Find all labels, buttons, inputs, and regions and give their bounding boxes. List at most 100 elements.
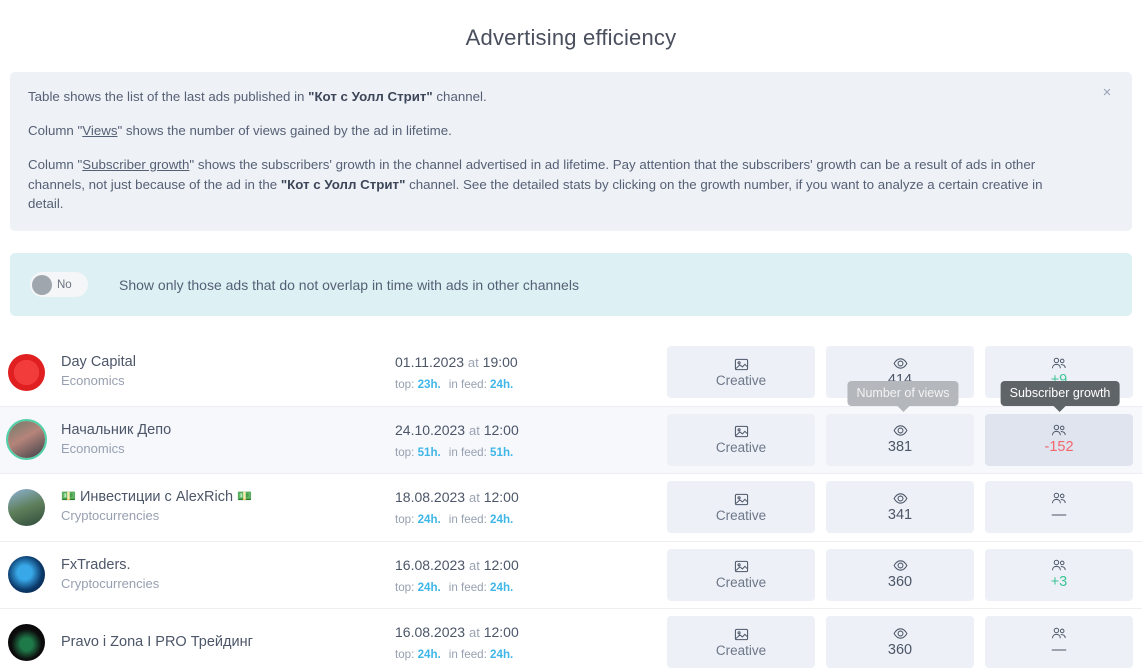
in-feed-value: 24h. xyxy=(490,378,514,392)
overlap-filter-label: Show only those ads that do not overlap … xyxy=(119,276,579,293)
top-value: 24h. xyxy=(417,580,441,594)
ad-time: 12:00 xyxy=(483,489,519,506)
image-icon xyxy=(734,627,749,642)
in-feed-value: 51h. xyxy=(490,445,514,459)
info-line: Column "Views" shows the number of views… xyxy=(28,121,1073,140)
ad-durations: top: 51h. in feed: 51h. xyxy=(395,446,667,459)
channel-cell[interactable]: Начальник Депо Economics xyxy=(0,421,395,459)
channel-texts: Pravo i Zona I PRO Трейдинг xyxy=(61,633,253,651)
ad-time: 12:00 xyxy=(483,421,519,438)
channel-name[interactable]: Day Capital xyxy=(61,353,136,371)
top-value: 24h. xyxy=(417,513,441,527)
ad-durations: top: 23h. in feed: 24h. xyxy=(395,378,667,391)
eye-icon xyxy=(893,356,908,371)
ad-date: 18.08.2023 xyxy=(395,489,466,506)
subscriber-growth-cell[interactable]: — xyxy=(985,481,1133,534)
close-icon[interactable]: × xyxy=(1096,82,1118,104)
avatar[interactable] xyxy=(8,488,45,526)
channel-cell[interactable]: Pravo i Zona I PRO Трейдинг xyxy=(0,623,395,661)
people-icon xyxy=(1051,423,1067,438)
channel-name[interactable]: 💵 Инвестиции с AlexRich 💵 xyxy=(61,488,252,506)
views-cell[interactable]: 360 xyxy=(826,616,974,668)
info-panel-text: Table shows the list of the last ads pub… xyxy=(28,87,1110,213)
creative-label: Creative xyxy=(715,575,767,591)
table-row[interactable]: Начальник Депо Economics 24.10.2023 at 12:… xyxy=(0,406,1142,475)
eye-icon xyxy=(893,491,908,506)
table-row[interactable]: Day Capital Economics 01.11.2023 at 19:00 t… xyxy=(0,339,1142,407)
channel-name[interactable]: Pravo i Zona I PRO Трейдинг xyxy=(61,633,253,651)
channel-name[interactable]: FxTraders. xyxy=(61,556,159,574)
overlap-toggle[interactable]: No xyxy=(30,272,88,298)
channel-category: Cryptocurrencies xyxy=(61,508,160,524)
creative-cell[interactable]: Creative xyxy=(667,616,815,668)
money-emoji-icon: 💵 xyxy=(237,489,253,504)
subscriber-growth-value: +9 xyxy=(1050,371,1068,388)
channel-cell[interactable]: Day Capital Economics xyxy=(0,353,395,391)
subscriber-growth-value: -152 xyxy=(1044,439,1074,456)
top-label: top: xyxy=(395,378,415,392)
info-text: Column " xyxy=(28,157,83,173)
people-icon xyxy=(1051,356,1067,371)
creative-cell[interactable]: Creative xyxy=(667,346,815,399)
channel-cell[interactable]: FxTraders. Cryptocurrencies xyxy=(0,556,395,594)
metric-cells: Creative 381 -152 xyxy=(667,413,1133,466)
at-label: at xyxy=(468,625,480,641)
people-icon xyxy=(1051,558,1067,573)
in-feed-value: 24h. xyxy=(490,513,514,527)
subscriber-growth-value: — xyxy=(1051,506,1067,523)
channel-category: Cryptocurrencies xyxy=(61,575,160,591)
channel-cell[interactable]: 💵 Инвестиции с AlexRich 💵 Cryptocurrencie… xyxy=(0,488,395,526)
creative-cell[interactable]: Creative xyxy=(667,481,815,534)
ad-durations: top: 24h. in feed: 24h. xyxy=(395,648,667,661)
channel-texts: Day Capital Economics xyxy=(61,353,136,391)
info-panel: × Table shows the list of the last ads p… xyxy=(10,71,1132,232)
table-row[interactable]: 💵 Инвестиции с AlexRich 💵 Cryptocurrencie… xyxy=(0,474,1142,542)
subscriber-growth-cell[interactable]: -152 xyxy=(985,413,1133,466)
ad-time: 12:00 xyxy=(483,556,519,573)
in-feed-label: in feed: xyxy=(448,445,487,459)
top-label: top: xyxy=(395,648,415,662)
views-cell[interactable]: 381 xyxy=(826,413,974,466)
subscriber-growth-cell[interactable]: +3 xyxy=(985,548,1133,601)
date-cell: 18.08.2023 at 12:00 top: 24h. in feed: 24h… xyxy=(395,488,667,526)
people-icon xyxy=(1051,491,1067,506)
views-cell[interactable]: 360 xyxy=(826,548,974,601)
top-label: top: xyxy=(395,580,415,594)
channel-name-text: Начальник Депо xyxy=(61,421,172,438)
views-cell[interactable]: 341 xyxy=(826,481,974,534)
toggle-value: No xyxy=(57,278,72,291)
avatar[interactable] xyxy=(8,421,45,459)
info-column-link[interactable]: Views xyxy=(82,123,117,138)
info-text: channel. xyxy=(432,88,487,104)
creative-cell[interactable]: Creative xyxy=(667,548,815,601)
metric-cells: Creative 414 +9 xyxy=(667,346,1133,399)
creative-cell[interactable]: Creative xyxy=(667,413,815,466)
views-cell[interactable]: 414 xyxy=(826,346,974,399)
overlap-filter-bar: No Show only those ads that do not overl… xyxy=(10,253,1132,317)
people-icon xyxy=(1051,626,1067,641)
ad-datetime: 16.08.2023 at 12:00 xyxy=(395,623,667,642)
views-value: 381 xyxy=(887,439,913,456)
table-row[interactable]: FxTraders. Cryptocurrencies 16.08.2023 at … xyxy=(0,542,1142,610)
date-cell: 01.11.2023 at 19:00 top: 23h. in feed: 24h… xyxy=(395,353,667,391)
in-feed-label: in feed: xyxy=(448,580,487,594)
in-feed-value: 24h. xyxy=(490,580,514,594)
info-column-link[interactable]: Subscriber growth xyxy=(82,157,189,172)
avatar[interactable] xyxy=(8,623,45,661)
channel-name[interactable]: Начальник Депо xyxy=(61,421,171,439)
avatar[interactable] xyxy=(8,353,45,391)
ad-date: 16.08.2023 xyxy=(395,556,466,573)
avatar[interactable] xyxy=(8,556,45,594)
date-cell: 16.08.2023 at 12:00 top: 24h. in feed: 24h… xyxy=(395,623,667,661)
date-cell: 24.10.2023 at 12:00 top: 51h. in feed: 51h… xyxy=(395,421,667,459)
ad-datetime: 18.08.2023 at 12:00 xyxy=(395,488,667,507)
creative-label: Creative xyxy=(715,440,767,456)
subscriber-growth-cell[interactable]: +9 xyxy=(985,346,1133,399)
ad-datetime: 24.10.2023 at 12:00 xyxy=(395,421,667,440)
subscriber-growth-cell[interactable]: — xyxy=(985,616,1133,668)
metric-cells: Creative 341 — xyxy=(667,481,1133,534)
info-line: Column "Subscriber growth" shows the sub… xyxy=(28,155,1073,213)
at-label: at xyxy=(468,557,480,573)
table-row[interactable]: Pravo i Zona I PRO Трейдинг 16.08.2023 at… xyxy=(0,609,1142,668)
advertising-efficiency-page: Advertising efficiency × Table shows the… xyxy=(0,14,1142,668)
